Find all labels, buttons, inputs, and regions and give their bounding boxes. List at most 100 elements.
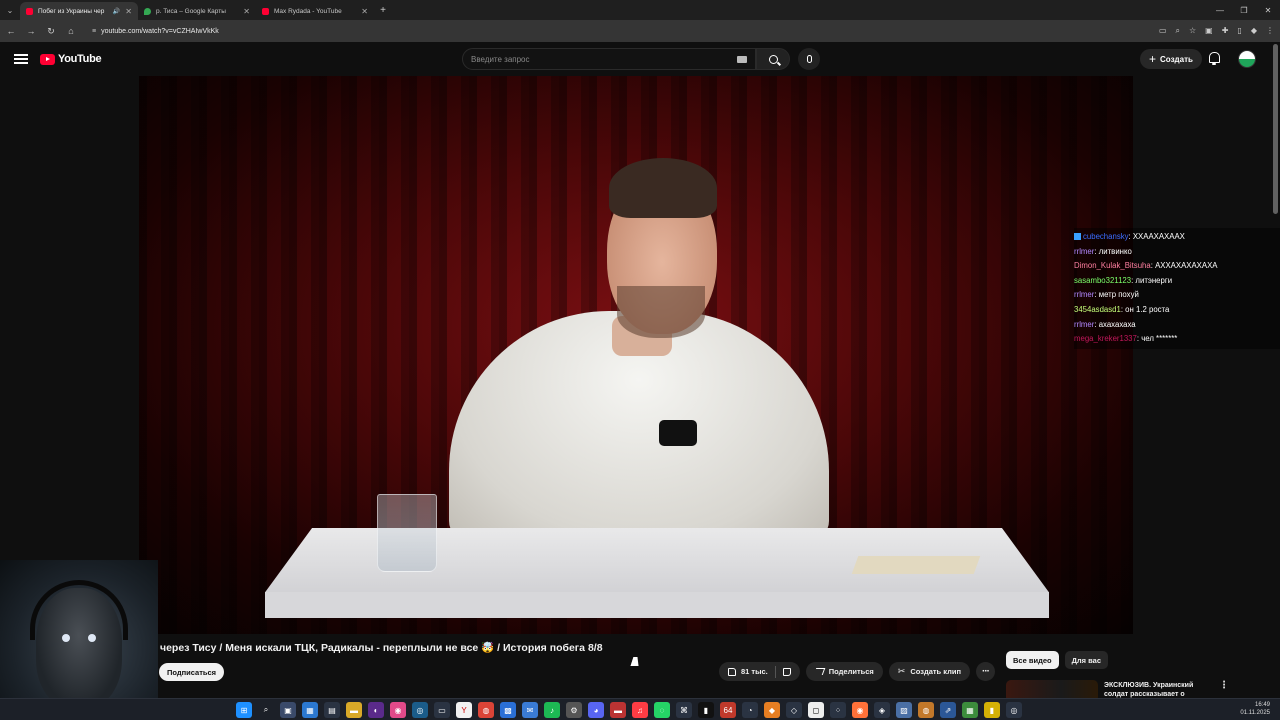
file-explorer-icon[interactable]: ▬ [346,702,362,718]
app-icon[interactable]: ◇ [786,702,802,718]
forward-icon[interactable]: → [26,26,36,36]
like-icon[interactable] [728,667,736,676]
divider [774,665,776,678]
app-icon[interactable]: ◆ [764,702,780,718]
recommendation-menu-icon[interactable]: ⋮ [1219,680,1229,691]
system-clock[interactable]: 16:49 01.11.2025 [1240,701,1270,717]
app-icon[interactable]: ⁘ [830,702,846,718]
chat-message: rrlmer: ахахахаха [1074,319,1136,329]
app-icon[interactable]: ▬ [610,702,626,718]
youtube-favicon-icon [262,7,269,15]
notifications-bell-icon[interactable] [1208,52,1220,65]
video-player[interactable] [139,76,1133,634]
search-input[interactable] [471,54,737,64]
search-button[interactable] [756,48,790,70]
chat-nick: mega_kreker1337 [1074,334,1137,344]
counter-icon[interactable]: 64 [720,702,736,718]
new-tab-button[interactable]: + [374,5,392,16]
chat-text: метр похуй [1098,290,1139,300]
whatsapp-icon[interactable]: ◌ [654,702,670,718]
extensions-icon[interactable]: ✚ [1222,26,1229,36]
steam-icon[interactable]: ◎ [412,702,428,718]
chat-message: cubechansky: ХХААХАХААХ [1074,230,1280,245]
minimize-icon[interactable]: — [1208,6,1232,15]
settings-icon[interactable]: ⚙ [566,702,582,718]
back-icon[interactable]: ← [6,26,16,36]
music-icon[interactable]: ♫ [632,702,648,718]
video-frame-beard [617,286,705,338]
microphone-icon [806,55,812,63]
browser-tab-active[interactable]: Побег из Украины чер 🔊 ✕ [20,2,138,20]
tab-close-icon[interactable]: ✕ [125,7,132,16]
widgets-icon[interactable]: ▦ [302,702,318,718]
app-icon[interactable]: ⌘ [676,702,692,718]
browser-tab-channel[interactable]: Max Rydada - YouTube ✕ [256,2,374,20]
spotify-icon[interactable]: ♪ [544,702,560,718]
headphones-shape [30,580,128,640]
app-icon[interactable]: ◐ [368,702,384,718]
menu-dots-icon[interactable]: ⋮ [1266,26,1274,36]
app-icon[interactable]: ▩ [500,702,516,718]
share-button[interactable]: Поделиться [805,662,883,681]
keyboard-icon[interactable] [737,55,747,63]
app-icon[interactable]: ◈ [874,702,890,718]
translate-icon[interactable]: ▣ [1205,26,1213,36]
create-button[interactable]: + Создать [1140,49,1202,69]
recommendation-title[interactable]: ЭКСКЛЮЗИВ. Украинский солдат рассказывае… [1104,681,1214,699]
bookmark-star-icon[interactable]: ☆ [1189,26,1196,36]
chat-message: rrlmer: метр похуй [1074,290,1139,300]
account-avatar[interactable] [1238,50,1256,68]
url-field[interactable]: ≡ youtube.com/watch?v=vCZHAIwVkKk [86,23,1116,39]
subscribe-button[interactable]: Подписаться [159,663,225,681]
photos-icon[interactable]: ▨ [896,702,912,718]
more-actions-button[interactable]: ··· [976,662,996,681]
task-view-icon[interactable]: ▣ [280,702,296,718]
app-icon[interactable]: ⇗ [940,702,956,718]
mail-icon[interactable]: ✉ [522,702,538,718]
site-info-icon[interactable]: ≡ [92,28,96,35]
tab-close-icon[interactable]: ✕ [243,7,250,16]
close-window-icon[interactable]: ✕ [1256,6,1280,15]
chip-all-videos[interactable]: Все видео [1006,651,1059,669]
video-frame-hair [609,158,717,218]
sidebar-icon[interactable]: ▯ [1237,26,1241,36]
search-icon[interactable]: ⌕ [258,702,274,718]
discord-icon[interactable]: ◕ [588,702,604,718]
notes-icon[interactable]: ▭ [434,702,450,718]
browser-tab-maps[interactable]: р. Тиса – Google Карты ✕ [138,2,256,20]
terminal-icon[interactable]: ▮ [698,702,714,718]
app-icon[interactable]: ◍ [918,702,934,718]
app-icon[interactable]: ▮ [984,702,1000,718]
maximize-icon[interactable]: ❐ [1232,6,1256,15]
browser-tab-strip: ⌄ Побег из Украины чер 🔊 ✕ р. Тиса – Goo… [0,0,1280,20]
chat-text: он 1.2 роста [1125,304,1170,314]
app-icon[interactable]: ◉ [390,702,406,718]
cmd-icon[interactable]: ▤ [324,702,340,718]
clip-button[interactable]: ✂ Создать клип [888,662,971,681]
dislike-icon[interactable] [782,667,791,676]
obs-icon[interactable]: ◎ [1006,702,1022,718]
scissors-icon: ✂ [897,666,906,676]
shield-icon[interactable]: ◆ [1251,26,1257,36]
chip-for-you[interactable]: Для вас [1064,651,1108,669]
search-box [462,48,756,70]
minecraft-icon[interactable]: ▦ [962,702,978,718]
like-count[interactable]: 81 тыс. [741,667,768,676]
reload-icon[interactable]: ↻ [46,26,56,37]
tab-close-icon[interactable]: ✕ [361,7,368,16]
youtube-logo[interactable]: YouTube [40,53,102,65]
page-scrollbar[interactable] [1273,44,1278,214]
chrome-icon[interactable]: ◍ [478,702,494,718]
hamburger-menu-icon[interactable] [14,54,28,64]
zoom-icon[interactable]: ⌕ [1176,26,1180,36]
tab-search-icon[interactable]: ⌄ [0,0,20,20]
yandex-icon[interactable]: Y [456,702,472,718]
cast-icon[interactable]: ▭ [1159,26,1167,36]
app-icon[interactable]: ◻ [808,702,824,718]
voice-search-button[interactable] [798,48,820,70]
speedtest-icon[interactable]: ◔ [742,702,758,718]
start-icon[interactable]: ⊞ [236,702,252,718]
firefox-icon[interactable]: ◉ [852,702,868,718]
home-icon[interactable]: ⌂ [66,26,76,36]
audio-playing-icon[interactable]: 🔊 [113,8,120,15]
